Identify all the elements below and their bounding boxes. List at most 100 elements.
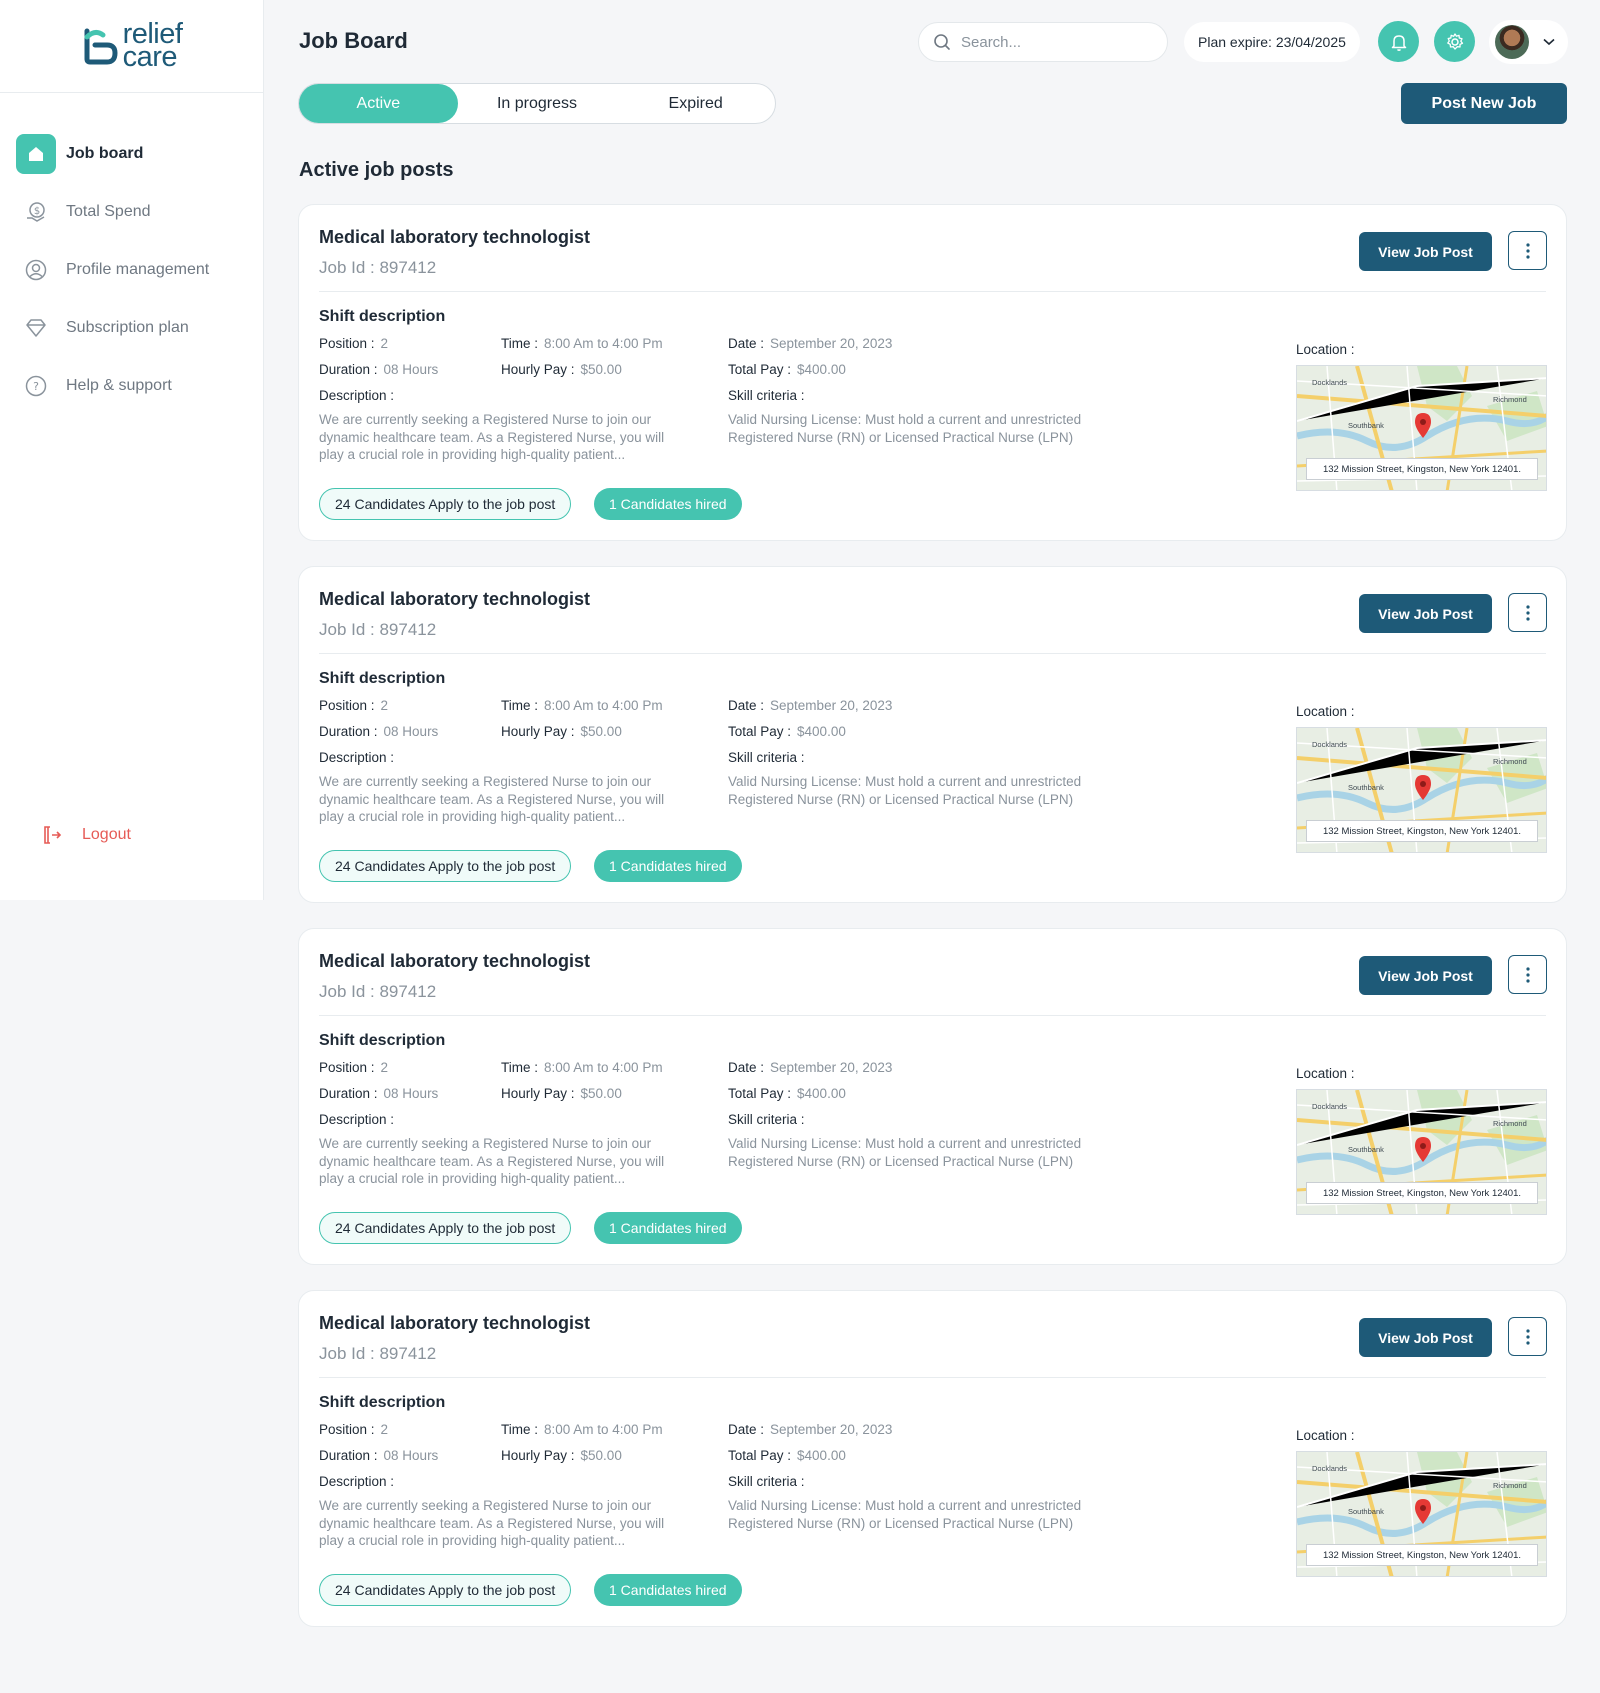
profile-menu[interactable] <box>1489 20 1568 64</box>
map-label-3: Southbank <box>1348 783 1384 792</box>
date-value: September 20, 2023 <box>770 336 893 351</box>
skill-criteria-text: Valid Nursing License: Must hold a curre… <box>728 1136 1082 1169</box>
map-label-1: Docklands <box>1312 378 1348 387</box>
logout-button[interactable]: Logout <box>16 815 131 855</box>
map-label-1: Docklands <box>1312 1102 1348 1111</box>
total-pay-value: $400.00 <box>797 724 846 739</box>
more-options-button[interactable] <box>1508 955 1547 994</box>
view-job-post-button[interactable]: View Job Post <box>1359 956 1492 995</box>
date-value: September 20, 2023 <box>770 698 893 713</box>
post-new-job-button[interactable]: Post New Job <box>1401 83 1567 124</box>
skill-criteria-label: Skill criteria : <box>728 1474 805 1489</box>
job-title: Medical laboratory technologist <box>319 227 591 247</box>
divider <box>319 1015 1546 1016</box>
description-text: We are currently seeking a Registered Nu… <box>319 1498 665 1548</box>
location-label: Location : <box>1296 704 1355 719</box>
duration-value: 08 Hours <box>383 724 439 739</box>
more-vertical-icon <box>1525 242 1530 259</box>
total-pay-value: $400.00 <box>797 1086 846 1101</box>
job-card: Medical laboratory technologist Job Id :… <box>298 204 1567 541</box>
total-pay-field: Total Pay : $400.00 <box>728 1448 846 1463</box>
position-label: Position : <box>319 1060 375 1075</box>
date-field: Date : September 20, 2023 <box>728 698 892 713</box>
location-map[interactable]: Docklands Richmond Southbank 132 Mission… <box>1296 365 1547 491</box>
candidates-applied-badge[interactable]: 24 Candidates Apply to the job post <box>319 850 572 882</box>
map-label-1: Docklands <box>1312 1464 1348 1473</box>
section-title: Active job posts <box>299 159 454 181</box>
more-options-button[interactable] <box>1508 231 1547 270</box>
sidebar-item-profile-management[interactable]: Profile management <box>0 250 263 290</box>
location-map[interactable]: Docklands Richmond Southbank 132 Mission… <box>1296 1089 1547 1215</box>
sidebar-item-help-support[interactable]: ? Help & support <box>0 366 263 406</box>
page-title: Job Board <box>299 28 408 53</box>
svg-text:$: $ <box>34 206 40 217</box>
total-pay-field: Total Pay : $400.00 <box>728 362 846 377</box>
description-text: We are currently seeking a Registered Nu… <box>319 1136 665 1186</box>
candidates-hired-badge[interactable]: 1 Candidates hired <box>594 1574 742 1606</box>
map-label-2: Richmond <box>1493 1481 1527 1490</box>
time-label: Time : <box>501 1060 538 1075</box>
job-id: Job Id : 897412 <box>319 620 437 639</box>
time-value: 8:00 Am to 4:00 Pm <box>544 336 663 351</box>
date-label: Date : <box>728 1422 765 1437</box>
description-text: We are currently seeking a Registered Nu… <box>319 412 665 462</box>
position-value: 2 <box>380 1422 389 1437</box>
diamond-icon <box>16 308 56 348</box>
location-map[interactable]: Docklands Richmond Southbank 132 Mission… <box>1296 727 1547 853</box>
tab-in-progress[interactable]: In progress <box>458 84 617 123</box>
job-id: Job Id : 897412 <box>319 258 437 277</box>
location-map[interactable]: Docklands Richmond Southbank 132 Mission… <box>1296 1451 1547 1577</box>
candidates-applied-badge[interactable]: 24 Candidates Apply to the job post <box>319 1212 572 1244</box>
hourly-pay-value: $50.00 <box>580 362 622 377</box>
position-field: Position : 2 <box>319 1422 388 1437</box>
hourly-pay-value: $50.00 <box>580 724 622 739</box>
view-job-post-button[interactable]: View Job Post <box>1359 232 1492 271</box>
tab-expired[interactable]: Expired <box>616 84 775 123</box>
position-value: 2 <box>380 698 389 713</box>
position-value: 2 <box>380 1060 389 1075</box>
job-card: Medical laboratory technologist Job Id :… <box>298 566 1567 903</box>
more-options-button[interactable] <box>1508 1317 1547 1356</box>
candidates-applied-badge[interactable]: 24 Candidates Apply to the job post <box>319 488 572 520</box>
hourly-pay-label: Hourly Pay : <box>501 1086 575 1101</box>
search-input[interactable] <box>961 33 1141 51</box>
sidebar-item-label: Total Spend <box>66 203 151 220</box>
status-tabs: Active In progress Expired <box>298 83 776 124</box>
total-pay-field: Total Pay : $400.00 <box>728 724 846 739</box>
candidates-hired-badge[interactable]: 1 Candidates hired <box>594 1212 742 1244</box>
brand-name-bottom: care <box>122 41 178 73</box>
time-field: Time : 8:00 Am to 4:00 Pm <box>501 1060 663 1075</box>
date-field: Date : September 20, 2023 <box>728 1422 892 1437</box>
search-box[interactable] <box>918 22 1168 62</box>
description-text: We are currently seeking a Registered Nu… <box>319 774 665 824</box>
dollar-icon: $ <box>16 192 56 232</box>
view-job-post-button[interactable]: View Job Post <box>1359 1318 1492 1357</box>
candidates-applied-badge[interactable]: 24 Candidates Apply to the job post <box>319 1574 572 1606</box>
tab-active[interactable]: Active <box>299 84 458 123</box>
candidates-hired-badge[interactable]: 1 Candidates hired <box>594 488 742 520</box>
notifications-button[interactable] <box>1378 21 1419 62</box>
logo-text: relief care <box>122 20 183 73</box>
sidebar-item-total-spend[interactable]: $ Total Spend <box>0 192 263 232</box>
map-address: 132 Mission Street, Kingston, New York 1… <box>1306 1544 1538 1566</box>
map-address: 132 Mission Street, Kingston, New York 1… <box>1306 1182 1538 1204</box>
duration-value: 08 Hours <box>383 1448 439 1463</box>
total-pay-label: Total Pay : <box>728 362 792 377</box>
hourly-pay-value: $50.00 <box>580 1448 622 1463</box>
job-id: Job Id : 897412 <box>319 982 437 1001</box>
divider <box>319 1377 1546 1378</box>
date-label: Date : <box>728 698 765 713</box>
sidebar-item-subscription-plan[interactable]: Subscription plan <box>0 308 263 348</box>
sidebar-item-job-board[interactable]: Job board <box>0 134 263 174</box>
description-label: Description : <box>319 1112 395 1127</box>
map-label-2: Richmond <box>1493 1119 1527 1128</box>
avatar <box>1495 25 1529 59</box>
chevron-down-icon <box>1543 38 1555 46</box>
duration-value: 08 Hours <box>383 362 439 377</box>
brand-logo[interactable]: relief care <box>0 0 263 93</box>
more-options-button[interactable] <box>1508 593 1547 632</box>
settings-button[interactable] <box>1434 21 1475 62</box>
view-job-post-button[interactable]: View Job Post <box>1359 594 1492 633</box>
candidates-hired-badge[interactable]: 1 Candidates hired <box>594 850 742 882</box>
total-pay-label: Total Pay : <box>728 724 792 739</box>
